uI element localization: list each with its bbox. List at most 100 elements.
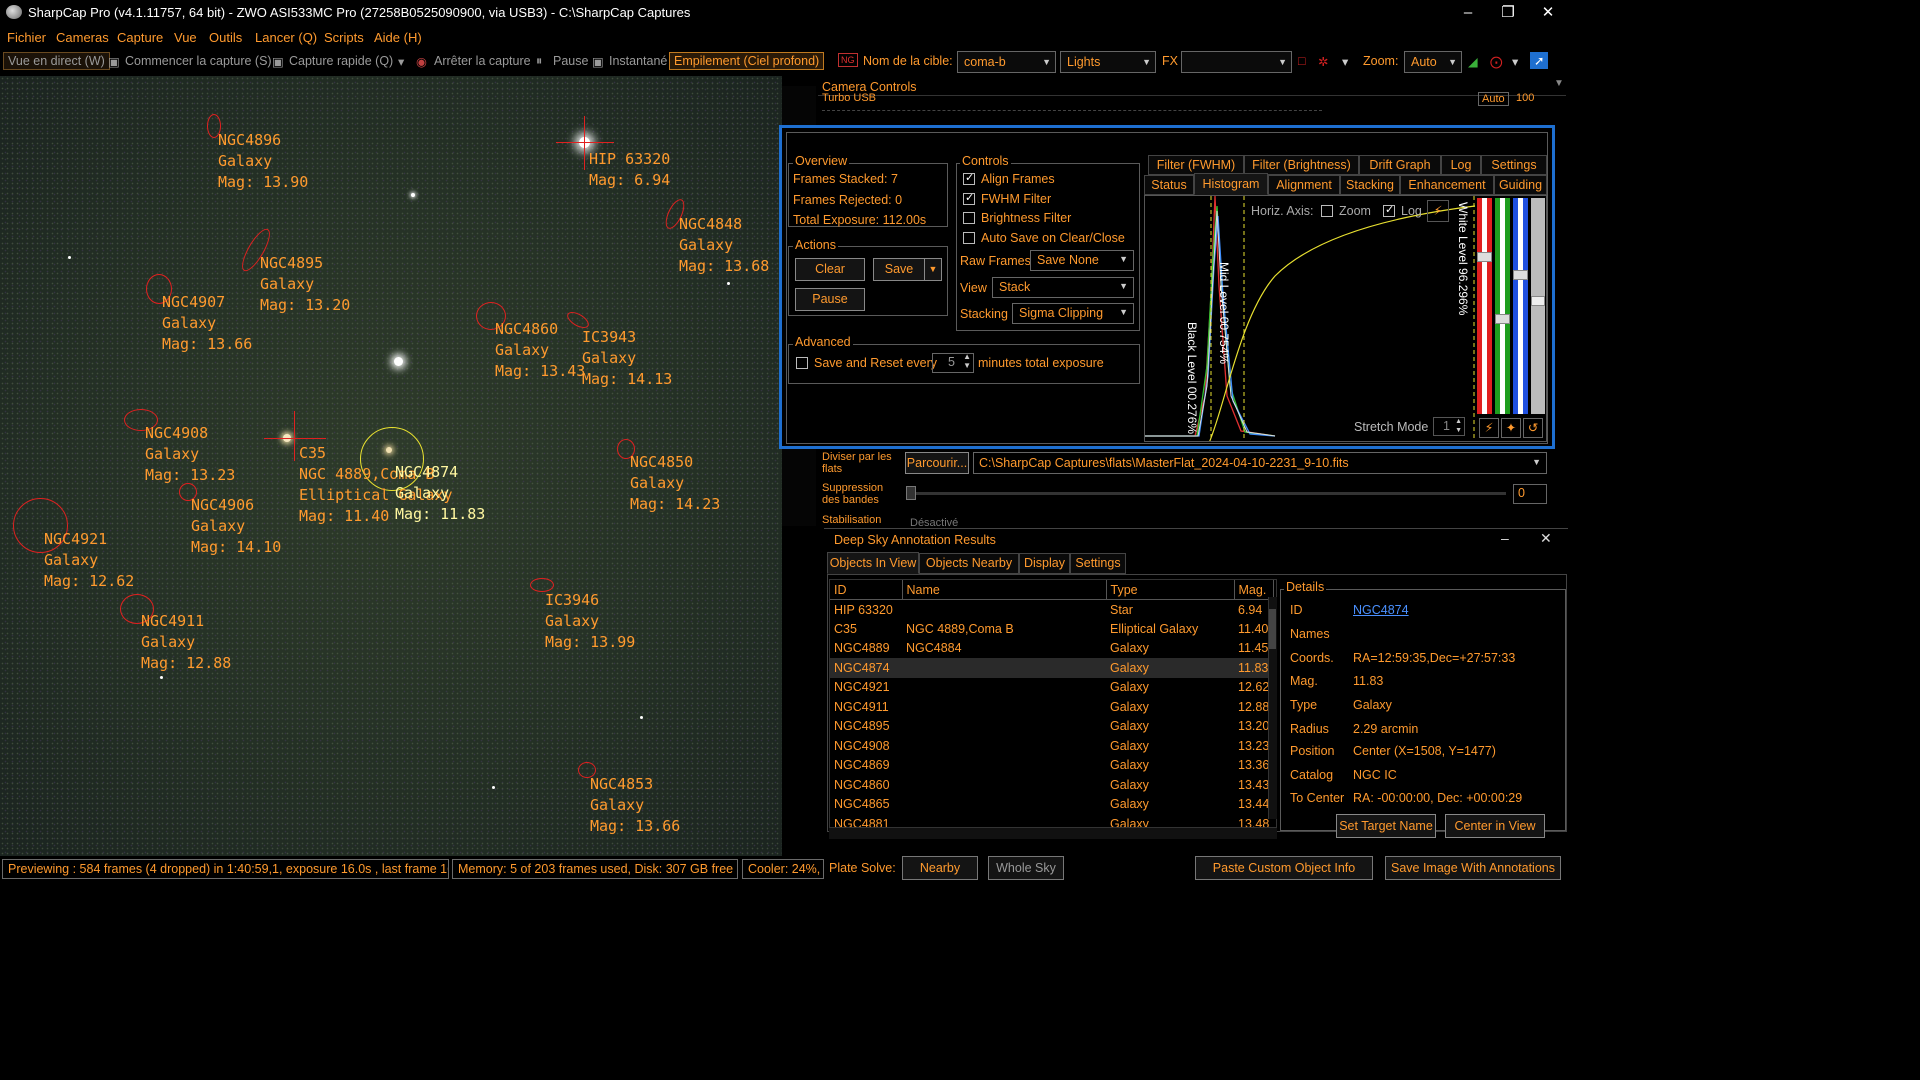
tab-alignment[interactable]: Alignment: [1268, 175, 1340, 195]
tab-guiding[interactable]: Guiding: [1494, 175, 1547, 195]
menu-fichier[interactable]: Fichier: [7, 30, 46, 45]
minutes-spinner[interactable]: 5 ▲ ▼: [932, 352, 974, 373]
star-stretch-icon[interactable]: ✦: [1501, 418, 1521, 438]
stretch-mode-spinner[interactable]: 1 ▲ ▼: [1433, 417, 1465, 436]
pin-icon[interactable]: ▼: [1554, 78, 1564, 89]
tab-histogram[interactable]: Histogram: [1194, 173, 1268, 195]
save-button[interactable]: Save: [873, 258, 925, 281]
close-icon[interactable]: ✕: [1540, 530, 1552, 547]
menu-scripts[interactable]: Scripts: [324, 30, 364, 45]
brightness-checkbox[interactable]: [963, 212, 975, 224]
col-name[interactable]: Name: [902, 580, 1107, 600]
log-checkbox[interactable]: [1383, 203, 1395, 217]
chevron-down-icon[interactable]: ▾: [398, 54, 404, 69]
spinner-arrows-icon[interactable]: ▲ ▼: [963, 352, 971, 370]
stacking-button[interactable]: Empilement (Ciel profond): [669, 52, 825, 70]
maximize-icon[interactable]: ❐: [1498, 3, 1518, 23]
raw-frames-combo[interactable]: Save None ▼: [1030, 250, 1134, 271]
banding-value[interactable]: 0: [1513, 484, 1547, 504]
luminance-slider[interactable]: [1531, 198, 1545, 414]
paste-custom-button[interactable]: Paste Custom Object Info: [1195, 856, 1373, 880]
zoom-checkbox[interactable]: [1321, 205, 1333, 217]
banding-slider[interactable]: [910, 492, 1506, 495]
menu-capture[interactable]: Capture: [117, 30, 163, 45]
minimize-icon[interactable]: –: [1458, 3, 1478, 23]
autosave-checkbox[interactable]: [963, 232, 975, 244]
center-in-view-button[interactable]: Center in View: [1445, 814, 1545, 838]
view-combo[interactable]: Stack ▼: [992, 277, 1134, 298]
save-image-button[interactable]: Save Image With Annotations: [1385, 856, 1561, 880]
snapshot-button[interactable]: Instantané: [609, 54, 667, 68]
fx-combo[interactable]: ▼: [1181, 51, 1292, 73]
pause-button[interactable]: Pause: [553, 54, 588, 68]
pin-icon[interactable]: ➚: [1530, 52, 1549, 69]
tab-drift-graph[interactable]: Drift Graph: [1359, 155, 1441, 175]
tab-filter-fwhm[interactable]: Filter (FWHM): [1148, 155, 1244, 175]
table-scrollbar-thumb[interactable]: [1269, 609, 1276, 649]
table-row[interactable]: NGC4865 Galaxy 13.44: [830, 795, 1273, 815]
close-icon[interactable]: ✕: [1538, 3, 1558, 23]
auto-stretch-icon[interactable]: ⚡: [1479, 418, 1499, 438]
table-row[interactable]: NGC4860 Galaxy 13.43: [830, 775, 1273, 795]
quick-capture-button[interactable]: Capture rapide (Q): [289, 54, 393, 68]
table-row[interactable]: NGC4908 Galaxy 13.23: [830, 736, 1273, 756]
pause-button[interactable]: Pause: [795, 288, 865, 311]
tab-status[interactable]: Status: [1144, 175, 1194, 195]
target-name-combo[interactable]: coma-b ▼: [957, 51, 1056, 73]
lightning-icon[interactable]: ⚡: [1427, 200, 1449, 222]
clear-button[interactable]: Clear: [795, 258, 865, 281]
live-view-button[interactable]: Vue en direct (W): [3, 52, 110, 70]
save-dropdown-icon[interactable]: ▼: [924, 258, 942, 281]
set-target-name-button[interactable]: Set Target Name: [1336, 814, 1436, 838]
col-id[interactable]: ID: [830, 580, 903, 600]
target-icon[interactable]: ⨀: [1490, 54, 1503, 69]
spinner-arrows-icon[interactable]: ▲ ▼: [1455, 417, 1462, 435]
fwhm-checkbox[interactable]: [963, 191, 975, 205]
table-row[interactable]: NGC4911 Galaxy 12.88: [830, 697, 1273, 717]
tab-objects-in-view[interactable]: Objects In View: [827, 552, 919, 574]
banding-slider-thumb[interactable]: [906, 486, 916, 500]
frame-type-combo[interactable]: Lights ▼: [1060, 51, 1156, 73]
blue-slider-thumb[interactable]: [1513, 270, 1528, 280]
sky-image[interactable]: NGC4896 Galaxy Mag: 13.90 HIP 63320 Mag:…: [0, 76, 782, 856]
table-row[interactable]: NGC4869 Galaxy 13.36: [830, 756, 1273, 776]
table-row[interactable]: NGC4874 Galaxy 11.83: [830, 658, 1274, 678]
stabilisation-combo[interactable]: Désactivé: [906, 517, 1546, 527]
table-hscrollbar[interactable]: [829, 827, 1277, 839]
stop-capture-button[interactable]: Arrêter la capture: [434, 54, 531, 68]
whole-sky-button[interactable]: Whole Sky: [988, 856, 1064, 880]
tab-annotation-settings[interactable]: Settings: [1070, 553, 1126, 574]
tab-filter-brightness[interactable]: Filter (Brightness): [1244, 155, 1359, 175]
table-row[interactable]: NGC4889 NGC4884 Galaxy 11.45: [830, 639, 1273, 659]
save-reset-checkbox[interactable]: [796, 357, 808, 369]
red-slider-thumb[interactable]: [1477, 252, 1492, 262]
histogram-icon[interactable]: ◢: [1468, 54, 1478, 69]
tab-objects-nearby[interactable]: Objects Nearby: [919, 553, 1019, 574]
chevron-down-icon[interactable]: ▾: [1512, 54, 1518, 69]
zoom-combo[interactable]: Auto ▼: [1404, 51, 1462, 73]
menu-lancer[interactable]: Lancer (Q): [255, 30, 317, 45]
align-frames-checkbox[interactable]: [963, 171, 975, 185]
col-type[interactable]: Type: [1106, 580, 1235, 600]
red-box-icon[interactable]: □: [1298, 54, 1306, 68]
ng-icon[interactable]: NG: [838, 53, 858, 67]
tab-settings[interactable]: Settings: [1481, 155, 1547, 175]
menu-cameras[interactable]: Cameras: [56, 30, 109, 45]
minimize-icon[interactable]: –: [1501, 530, 1509, 546]
chevron-down-icon[interactable]: ▾: [1342, 54, 1348, 69]
menu-outils[interactable]: Outils: [209, 30, 242, 45]
tab-stacking[interactable]: Stacking: [1340, 175, 1400, 195]
luminance-slider-thumb[interactable]: [1531, 296, 1545, 306]
reset-icon[interactable]: ↺: [1523, 418, 1543, 438]
stacking-combo[interactable]: Sigma Clipping ▼: [1012, 303, 1134, 324]
reticle-icon[interactable]: ✲: [1318, 54, 1328, 69]
histogram-panel[interactable]: Horiz. Axis: Zoom Log ⚡ Black Level 00.2…: [1144, 195, 1547, 442]
table-row[interactable]: C35 NGC 4889,Coma B Elliptical Galaxy 11.40: [830, 619, 1273, 639]
green-slider-thumb[interactable]: [1495, 314, 1510, 324]
table-row[interactable]: NGC4895 Galaxy 13.20: [830, 717, 1273, 737]
browse-button[interactable]: Parcourir...: [905, 452, 969, 474]
detail-id-link[interactable]: NGC4874: [1353, 603, 1409, 617]
start-capture-button[interactable]: Commencer la capture (S): [125, 54, 272, 68]
turbo-auto-button[interactable]: Auto: [1478, 92, 1509, 106]
table-row[interactable]: HIP 63320 Star 6.94: [830, 600, 1273, 620]
